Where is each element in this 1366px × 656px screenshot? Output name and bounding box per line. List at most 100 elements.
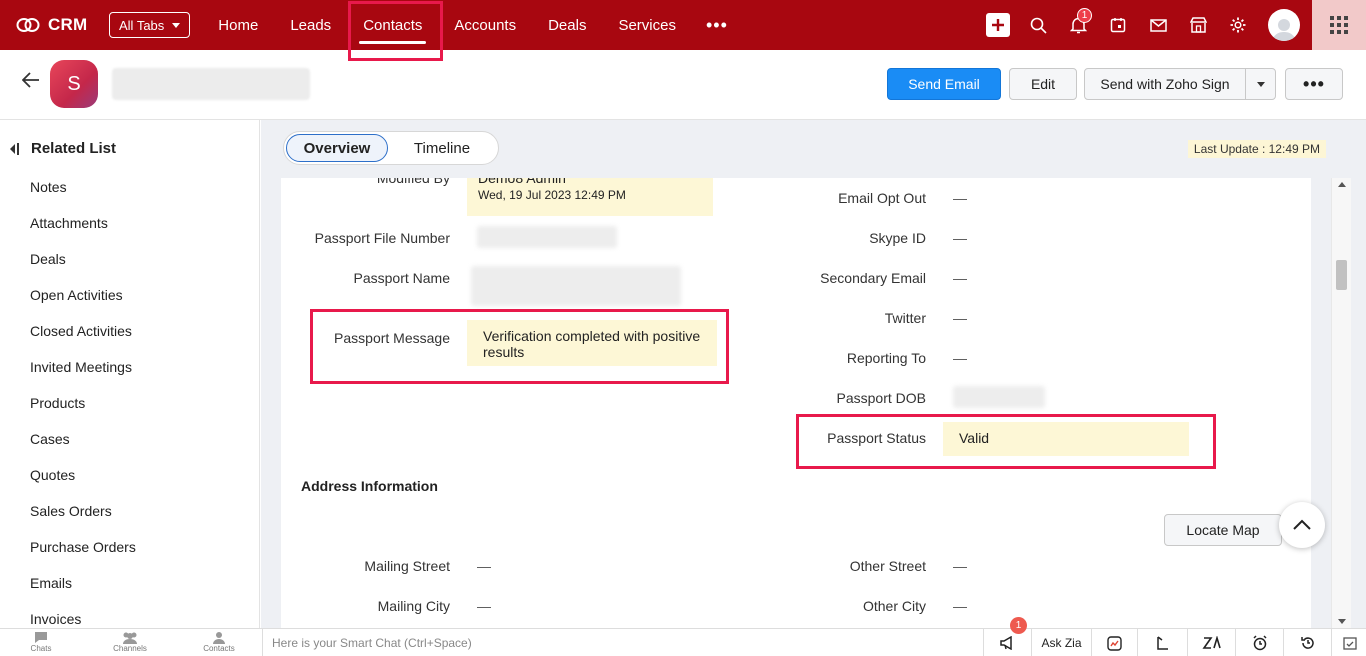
module-tabs: Home Leads Contacts Accounts Deals Servi…	[202, 0, 742, 50]
related-list-item-open-activities[interactable]: Open Activities	[30, 285, 136, 321]
signal-icon	[1156, 636, 1168, 650]
other-city-value: —	[953, 598, 967, 614]
scroll-down-arrow-icon[interactable]	[1338, 619, 1346, 624]
announcements-button[interactable]: 1	[983, 617, 1031, 656]
mailing-street-label: Mailing Street	[364, 558, 450, 574]
content-scrollbar[interactable]	[1331, 178, 1351, 628]
edit-button[interactable]: Edit	[1009, 68, 1077, 100]
search-icon	[1030, 17, 1047, 34]
marketplace-button[interactable]	[1178, 0, 1218, 50]
crm-logo[interactable]: CRM	[16, 15, 100, 35]
secondary-email-value: —	[953, 270, 967, 286]
modified-by-name[interactable]: Demo8 Admin	[478, 178, 566, 186]
passport-dob-value	[953, 386, 1045, 408]
collapse-icon	[10, 143, 15, 154]
tab-deals[interactable]: Deals	[532, 0, 602, 50]
chevron-down-icon	[1256, 81, 1265, 87]
mailing-city-label: Mailing City	[377, 598, 450, 614]
signals-button[interactable]	[1137, 629, 1187, 656]
announcements-badge: 1	[1010, 617, 1027, 634]
calendar-button[interactable]	[1098, 0, 1138, 50]
tab-timeline[interactable]: Timeline	[388, 134, 496, 162]
apps-grid-icon	[1330, 16, 1348, 34]
chat-icon	[35, 632, 47, 643]
channels-button[interactable]: Channels	[100, 631, 160, 653]
scroll-up-arrow-icon[interactable]	[1338, 182, 1346, 187]
topbar-actions: 1	[978, 0, 1366, 50]
more-actions-button[interactable]: •••	[1285, 68, 1343, 100]
related-list-item-notes[interactable]: Notes	[30, 177, 136, 213]
back-button[interactable]	[21, 72, 40, 93]
calendar-check-icon	[1342, 637, 1357, 650]
contact-icon	[213, 632, 225, 644]
calendar-quick-button[interactable]	[1331, 629, 1366, 656]
notification-badge: 1	[1077, 8, 1092, 23]
mail-button[interactable]	[1138, 0, 1178, 50]
related-list-item-emails[interactable]: Emails	[30, 573, 136, 609]
related-list-item-products[interactable]: Products	[30, 393, 136, 429]
ask-zia-button[interactable]: Ask Zia	[1031, 629, 1091, 656]
more-tabs-button[interactable]: •••	[692, 0, 742, 50]
chats-button[interactable]: Chats	[11, 631, 71, 653]
chats-label: Chats	[30, 644, 52, 653]
scroll-to-top-button[interactable]	[1279, 502, 1325, 548]
skype-id-label: Skype ID	[869, 230, 926, 246]
zia-insights-button[interactable]	[1091, 629, 1137, 656]
passport-name-label: Passport Name	[353, 270, 450, 286]
insights-icon	[1107, 635, 1122, 651]
related-list-item-closed-activities[interactable]: Closed Activities	[30, 321, 136, 357]
settings-button[interactable]	[1218, 0, 1258, 50]
bottom-bar: Chats Channels Contacts Here is your Sma…	[0, 617, 1366, 656]
scrollbar-thumb[interactable]	[1336, 260, 1347, 290]
record-name-redacted	[112, 68, 310, 100]
passport-name-value	[471, 266, 681, 306]
tab-services[interactable]: Services	[602, 0, 692, 50]
related-list-item-invited-meetings[interactable]: Invited Meetings	[30, 357, 136, 393]
user-icon	[1272, 19, 1296, 41]
related-list-item-quotes[interactable]: Quotes	[30, 465, 136, 501]
crm-logo-icon	[16, 18, 40, 32]
create-button[interactable]	[978, 0, 1018, 50]
zoho-sign-dropdown-button[interactable]	[1245, 68, 1276, 100]
related-list-item-sales-orders[interactable]: Sales Orders	[30, 501, 136, 537]
user-avatar[interactable]	[1268, 9, 1300, 41]
related-list-item-deals[interactable]: Deals	[30, 249, 136, 285]
tab-leads[interactable]: Leads	[274, 0, 347, 50]
related-list-item-purchase-orders[interactable]: Purchase Orders	[30, 537, 136, 573]
recent-items-button[interactable]	[1283, 629, 1331, 656]
contacts-chat-label: Contacts	[203, 644, 235, 653]
all-tabs-button[interactable]: All Tabs	[109, 12, 191, 38]
locate-map-button[interactable]: Locate Map	[1164, 514, 1282, 546]
arrow-left-icon	[21, 72, 39, 88]
related-list-items: Notes Attachments Deals Open Activities …	[30, 177, 136, 645]
address-information-title: Address Information	[301, 478, 438, 494]
all-tabs-label: All Tabs	[119, 17, 165, 33]
notifications-button[interactable]: 1	[1058, 0, 1098, 50]
bottom-bar-tools: 1 Ask Zia	[983, 617, 1366, 656]
send-email-button[interactable]: Send Email	[887, 68, 1001, 100]
related-list-item-cases[interactable]: Cases	[30, 429, 136, 465]
twitter-value: —	[953, 310, 967, 326]
skype-id-value: —	[953, 230, 967, 246]
crm-brand-label: CRM	[48, 15, 88, 34]
passport-dob-label: Passport DOB	[836, 390, 926, 406]
channels-icon	[123, 632, 137, 644]
record-avatar[interactable]: S	[50, 60, 98, 108]
send-with-zoho-sign-button[interactable]: Send with Zoho Sign	[1084, 68, 1246, 100]
contacts-chat-button[interactable]: Contacts	[189, 631, 249, 653]
search-button[interactable]	[1018, 0, 1058, 50]
contacts-tab-highlight	[348, 1, 443, 61]
zia-button[interactable]	[1187, 629, 1235, 656]
last-update-badge: Last Update : 12:49 PM	[1187, 140, 1326, 158]
related-list-toggle[interactable]: Related List	[10, 140, 116, 157]
view-switcher: Overview Timeline	[283, 131, 499, 165]
tab-home[interactable]: Home	[202, 0, 274, 50]
plus-icon	[986, 13, 1010, 37]
related-list-item-attachments[interactable]: Attachments	[30, 213, 136, 249]
smart-chat-input[interactable]: Here is your Smart Chat (Ctrl+Space)	[262, 629, 982, 656]
apps-grid-button[interactable]	[1312, 0, 1366, 50]
tab-overview[interactable]: Overview	[286, 134, 388, 162]
tab-accounts[interactable]: Accounts	[438, 0, 532, 50]
collapse-bar-icon	[17, 142, 19, 155]
reminders-button[interactable]	[1235, 629, 1283, 656]
